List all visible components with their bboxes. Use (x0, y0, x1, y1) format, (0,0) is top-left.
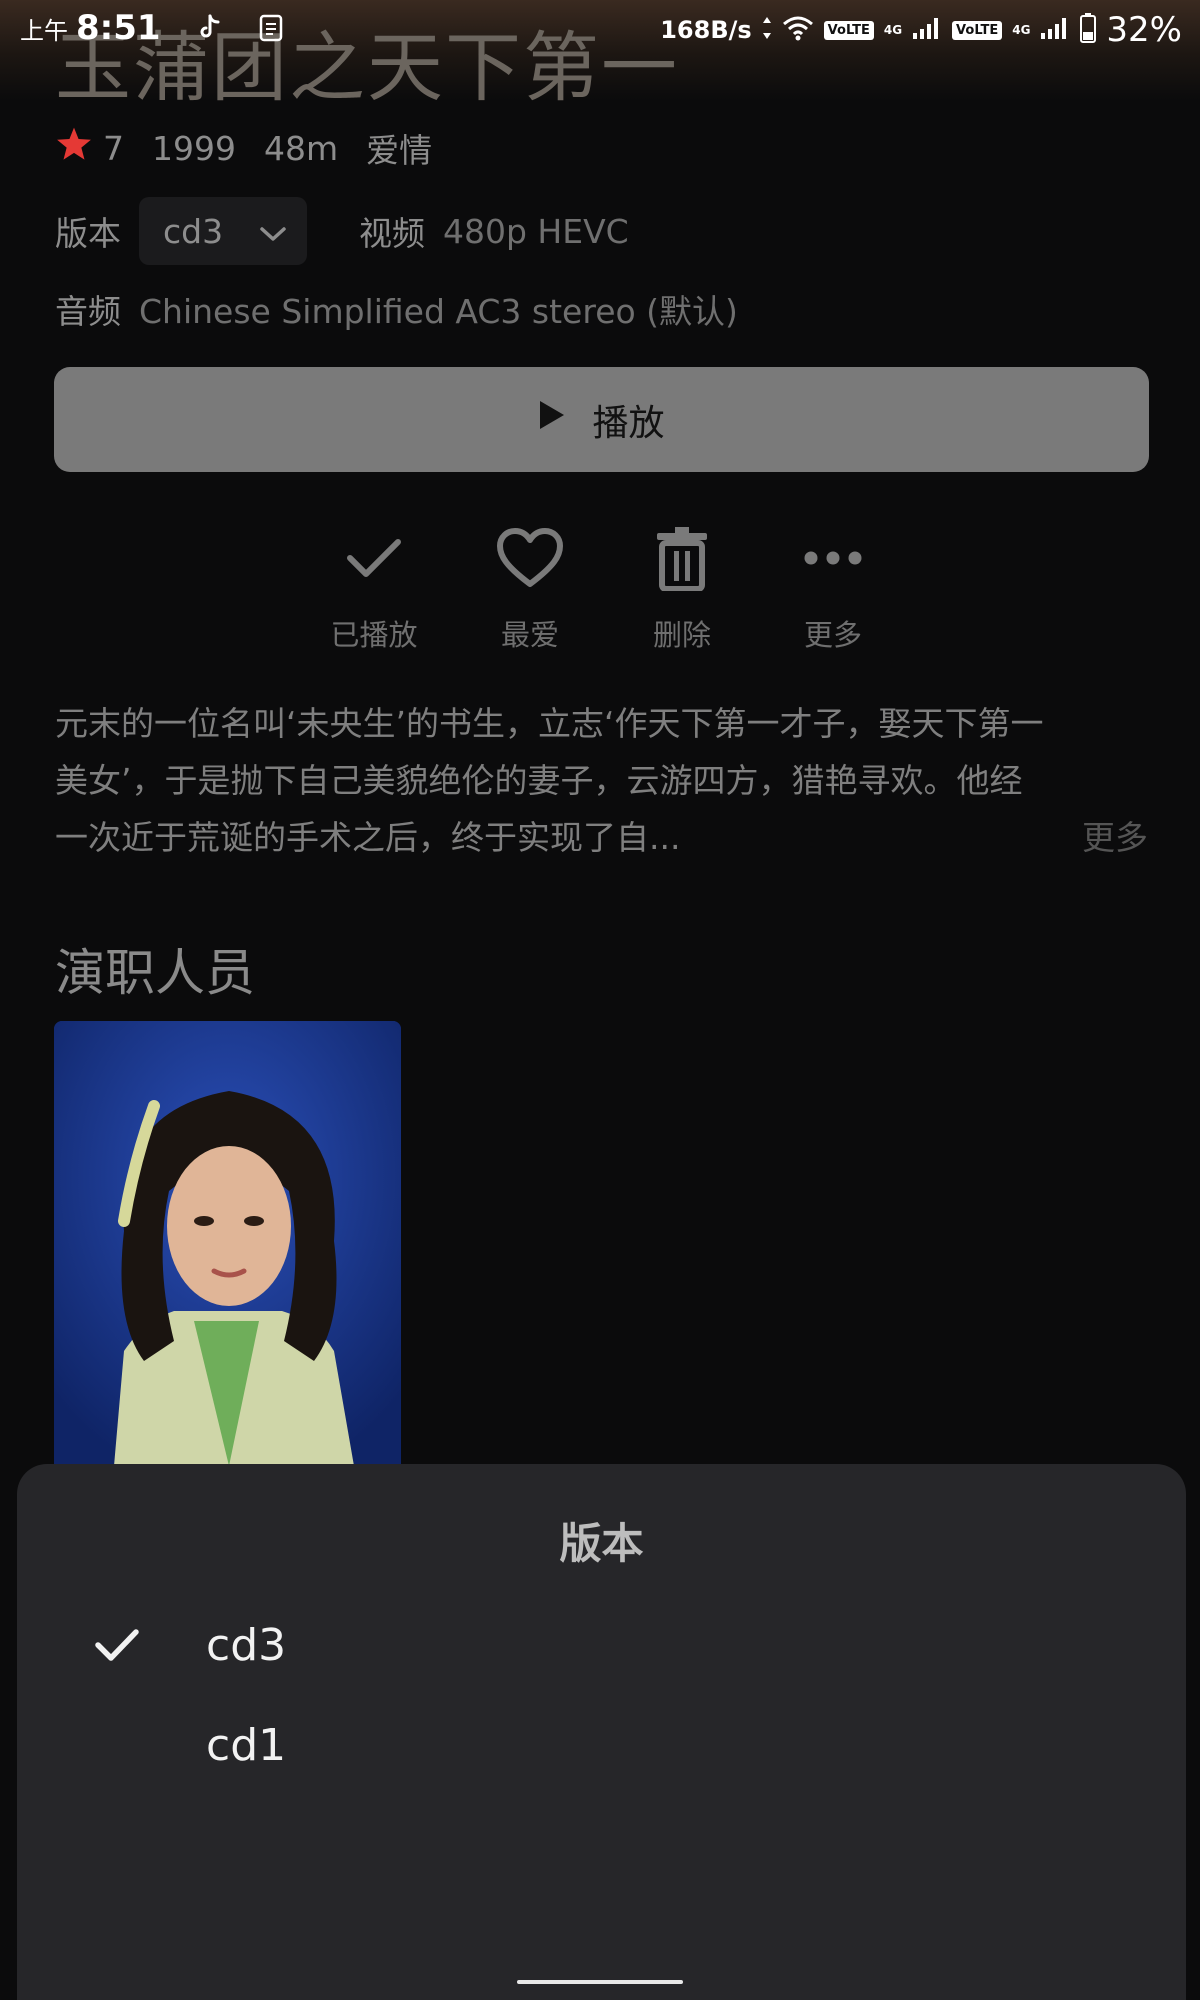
delete-button[interactable]: 删除 (612, 520, 752, 654)
favorite-label: 最爱 (500, 618, 559, 652)
runtime: 48m (263, 128, 339, 168)
version-dropdown-value: cd3 (163, 211, 224, 251)
status-right: 168B/s VoLTE 4G VoLTE 4G 32% (660, 10, 1182, 50)
version-option-cd3[interactable]: cd3 (17, 1600, 1186, 1690)
genre: 爱情 (366, 131, 433, 170)
cast-card[interactable] (54, 1021, 401, 1466)
favorite-button[interactable]: 最爱 (460, 520, 600, 654)
more-label: 更多 (803, 618, 862, 652)
play-button-label: 播放 (592, 402, 665, 444)
version-label: 版本 (55, 214, 121, 253)
audio-value: Chinese Simplified AC3 stereo (默认) (139, 292, 738, 331)
audio-label: 音频 (55, 292, 121, 331)
network-type-1: 4G (883, 23, 903, 37)
rating: 7 (55, 126, 124, 170)
document-icon (257, 13, 285, 43)
version-option-label: cd3 (206, 1619, 287, 1671)
battery-percent: 32% (1106, 10, 1182, 50)
tiktok-icon (195, 13, 223, 43)
video-label: 视频 (359, 214, 425, 253)
item-meta-row: 7 1999 48m 爱情 (55, 124, 432, 172)
wifi-icon (782, 15, 814, 45)
more-button[interactable]: 更多 (763, 520, 903, 654)
played-label: 已播放 (330, 618, 418, 652)
trash-icon (612, 520, 752, 596)
battery-icon (1080, 13, 1097, 47)
check-icon (304, 520, 444, 596)
status-left: 上午 8:51 (20, 8, 285, 48)
version-option-cd1[interactable]: cd1 (17, 1700, 1186, 1790)
overview: 元末的一位名叫‘未央生’的书生，立志‘作天下第一才子，娶天下第一美女’，于是抛下… (55, 695, 1150, 866)
data-arrows-icon (762, 16, 772, 44)
more-icon (763, 520, 903, 596)
delete-label: 删除 (652, 618, 711, 652)
rating-value: 7 (103, 128, 124, 168)
audio-info-row: 音频 Chinese Simplified AC3 stereo (默认) (55, 285, 738, 333)
play-button[interactable]: 播放 (54, 367, 1149, 472)
version-option-label: cd1 (206, 1719, 287, 1771)
signal-icon-1 (912, 16, 942, 44)
heart-icon (460, 520, 600, 596)
network-speed: 168B/s (660, 16, 752, 44)
star-icon (55, 126, 93, 170)
sheet-title: 版本 (559, 1519, 644, 1568)
chevron-down-icon (259, 212, 287, 251)
status-bar: 玉蒲团之天下第一 上午 8:51 168B/s VoLTE 4G VoLTE 4… (0, 0, 1200, 112)
year: 1999 (152, 128, 236, 168)
signal-icon-2 (1040, 16, 1070, 44)
status-time: 8:51 (76, 8, 161, 48)
volte-badge-2: VoLTE (952, 20, 1003, 40)
selected-check-icon (95, 1628, 183, 1662)
played-button[interactable]: 已播放 (304, 520, 444, 654)
network-type-2: 4G (1012, 23, 1031, 37)
version-dropdown[interactable]: cd3 (139, 197, 307, 265)
video-value: 480p HEVC (443, 211, 629, 251)
media-info-row: 版本 cd3 视频 480p HEVC (55, 197, 629, 265)
cast-heading: 演职人员 (55, 944, 255, 1002)
play-icon (538, 399, 566, 440)
volte-badge-1: VoLTE (823, 20, 874, 40)
cast-photo (54, 1021, 401, 1466)
home-indicator[interactable] (517, 1980, 683, 1984)
version-bottom-sheet: 版本 cd3 cd1 (17, 1464, 1186, 2000)
overview-text: 元末的一位名叫‘未央生’的书生，立志‘作天下第一才子，娶天下第一美女’，于是抛下… (55, 704, 1044, 857)
overview-more-link[interactable]: 更多 (1082, 809, 1148, 866)
status-ampm: 上午 (20, 16, 68, 45)
